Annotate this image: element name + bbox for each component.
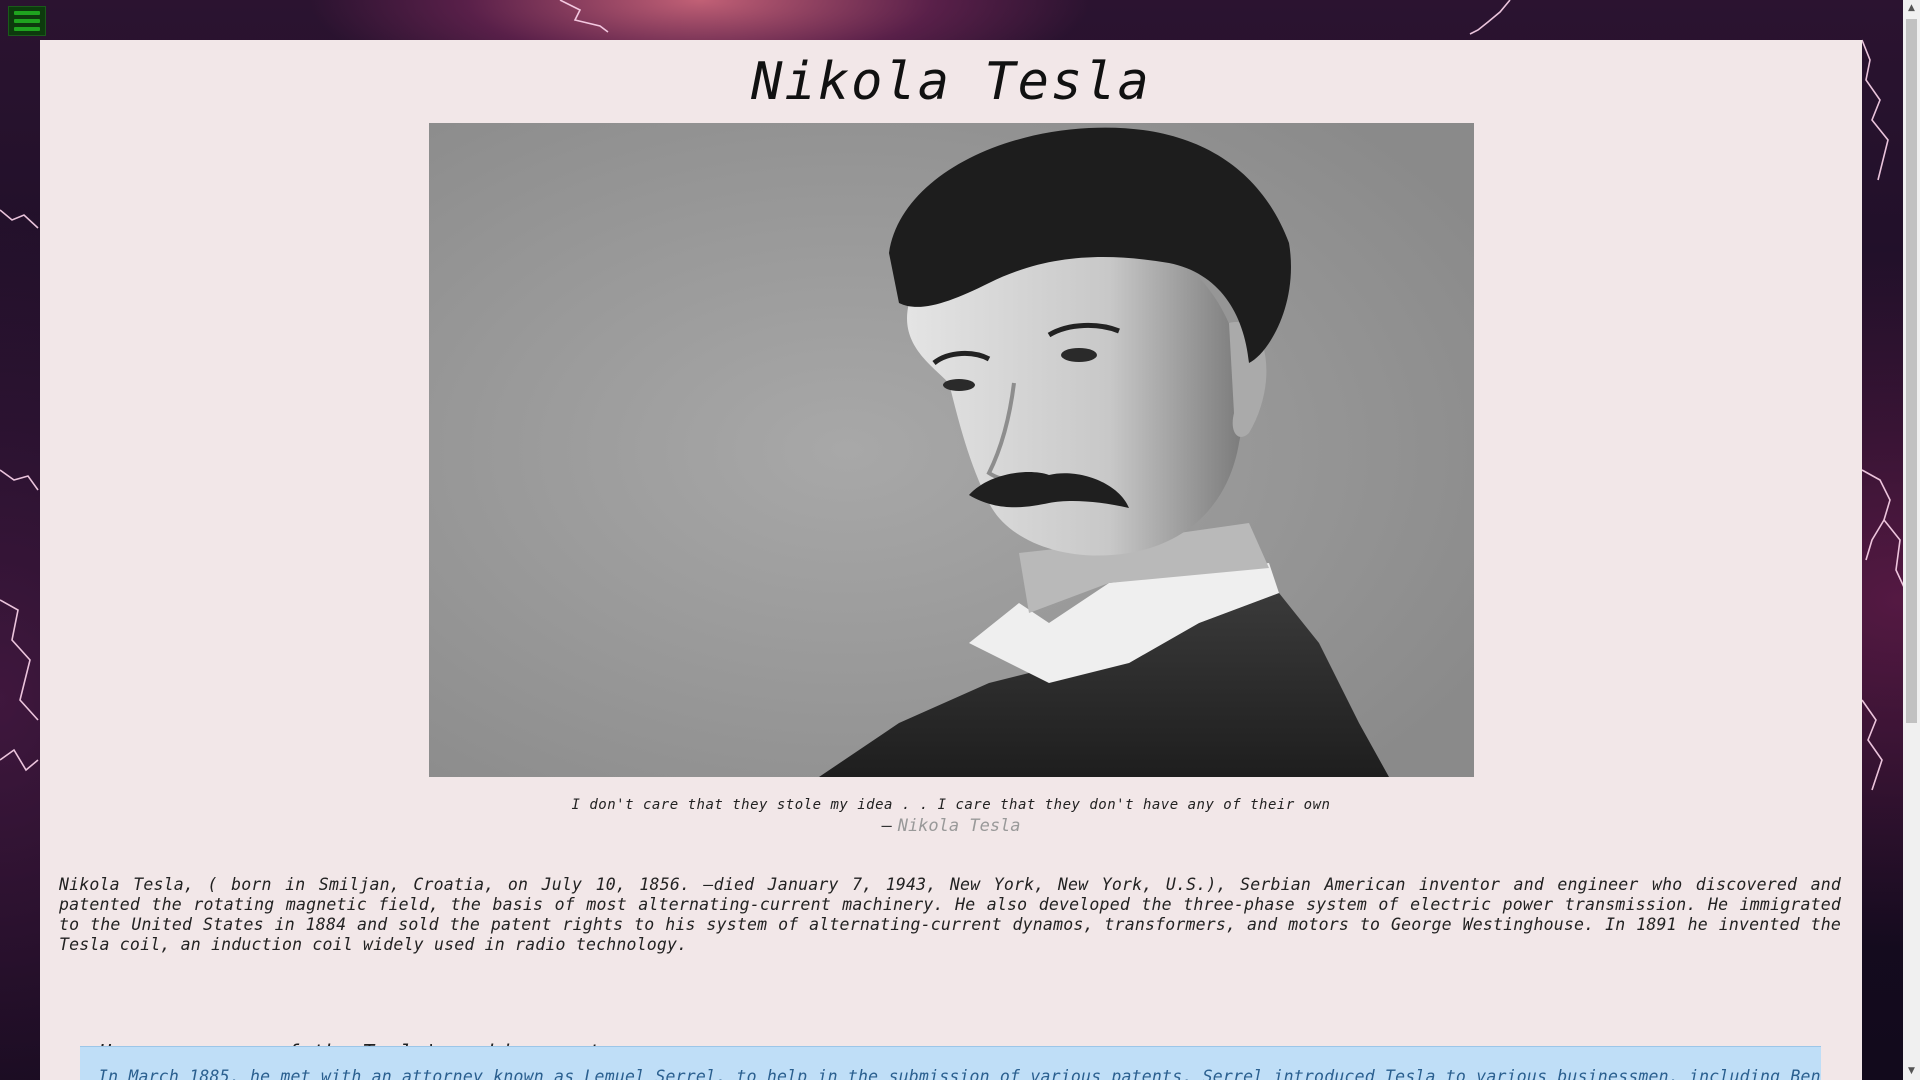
achievement-callout: In March 1885, he met with an attorney k… — [80, 1046, 1821, 1080]
hamburger-menu-icon-bar-2 — [14, 19, 40, 23]
tesla-portrait-image — [429, 123, 1474, 777]
quote-dash: — — [881, 816, 892, 836]
quote-text: I don't care that they stole my idea . .… — [571, 797, 1331, 813]
quote-author: Nikola Tesla — [897, 816, 1021, 836]
main-content-panel: Nikola Tesla I don't care that they stol… — [40, 40, 1862, 1080]
quote-attribution: — Nikola Tesla — [40, 816, 1862, 836]
menu-toggle-button[interactable] — [8, 6, 46, 36]
hamburger-menu-icon-bar-1 — [14, 11, 40, 15]
scroll-down-arrow-icon[interactable]: ▼ — [1903, 1063, 1920, 1080]
hamburger-menu-icon-bar-3 — [14, 27, 40, 31]
vertical-scrollbar[interactable]: ▲ ▼ — [1903, 0, 1920, 1080]
page-title: Nikola Tesla — [751, 52, 1151, 112]
biography-paragraph: Nikola Tesla, ( born in Smiljan, Croatia… — [59, 875, 1841, 954]
scroll-up-arrow-icon[interactable]: ▲ — [1903, 0, 1920, 17]
scrollbar-thumb[interactable] — [1906, 19, 1917, 723]
achievement-text: In March 1885, he met with an attorney k… — [98, 1067, 1821, 1080]
